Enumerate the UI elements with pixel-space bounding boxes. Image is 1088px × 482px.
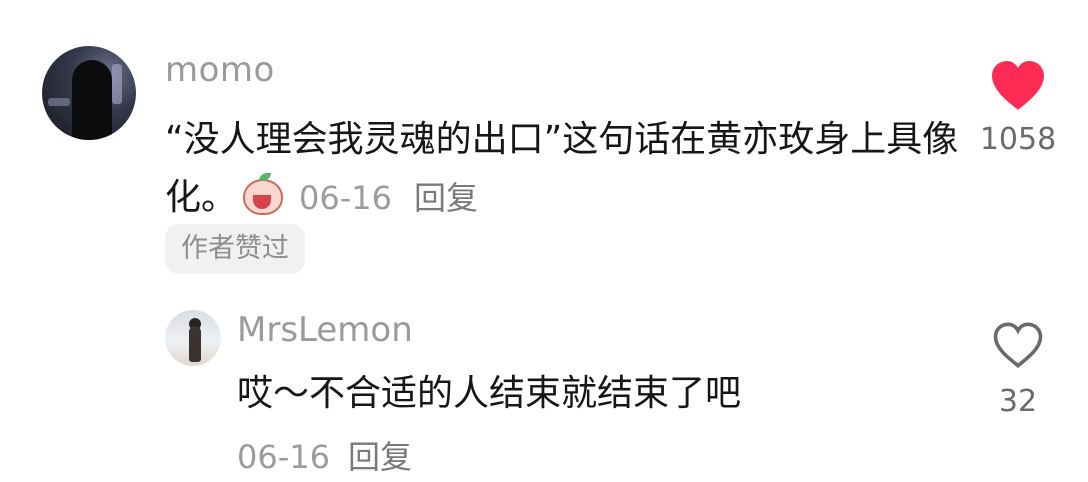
avatar-light-decoration xyxy=(112,64,122,104)
reply-button[interactable]: 回复 xyxy=(348,438,412,476)
reply-avatar[interactable] xyxy=(165,310,221,366)
avatar-figure xyxy=(72,60,112,140)
crying-sticker-icon xyxy=(241,173,285,215)
comment-date: 06-16 xyxy=(299,179,392,217)
reply-text: 哎～不合适的人结束就结束了吧 xyxy=(237,373,742,414)
heart-outline-icon xyxy=(993,322,1043,369)
reply-date: 06-16 xyxy=(237,438,330,476)
reply-meta: 06-16 回复 xyxy=(237,432,412,478)
reply-like-button[interactable] xyxy=(988,320,1048,374)
avatar[interactable] xyxy=(42,46,136,140)
author-liked-badge: 作者赞过 xyxy=(165,224,305,274)
like-count: 1058 xyxy=(979,122,1057,157)
comment-username[interactable]: momo xyxy=(165,50,275,90)
avatar-light-decoration xyxy=(48,98,70,106)
reply-username[interactable]: MrsLemon xyxy=(237,310,413,350)
reply-button[interactable]: 回复 xyxy=(414,179,478,217)
avatar-figure xyxy=(189,326,201,362)
reply-like-count: 32 xyxy=(998,384,1038,419)
like-button[interactable] xyxy=(978,58,1058,116)
heart-filled-icon xyxy=(992,61,1044,110)
comment-text: “没人理会我灵魂的出口”这句话在黄亦玫身上具像化。 06-16 回复 xyxy=(165,111,965,227)
